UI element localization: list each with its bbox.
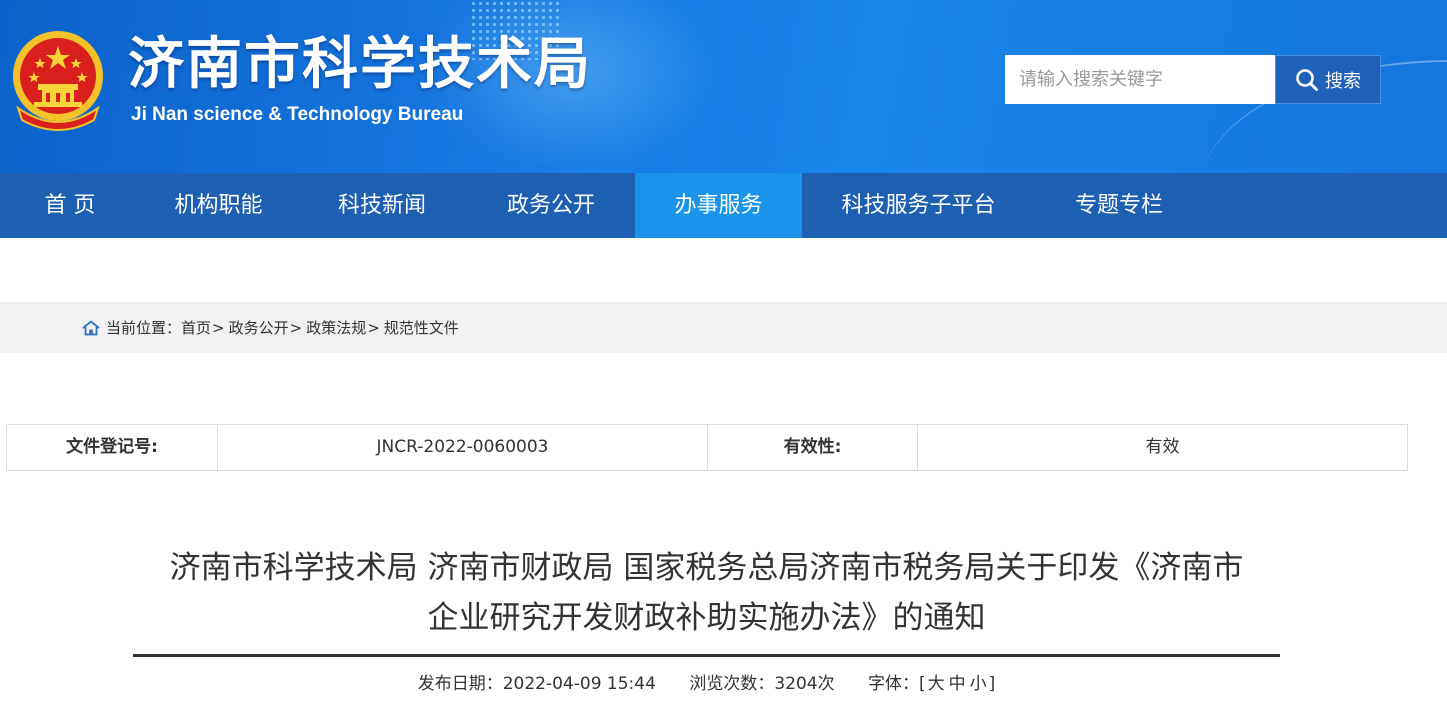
registration-number-value: JNCR-2022-0060003: [218, 425, 708, 470]
breadcrumb: 当前位置： 首页 > 政务公开 > 政策法规 > 规范性文件: [0, 302, 1447, 353]
search-icon: [1296, 68, 1318, 91]
header-banner: 济南市科学技术局 Ji Nan science & Technology Bur…: [0, 0, 1447, 173]
nav-item-special-topics[interactable]: 专题专栏: [1035, 173, 1203, 238]
breadcrumb-separator: >: [289, 318, 303, 337]
nav-item-home[interactable]: 首 页: [0, 173, 140, 238]
view-count-value: 3204次: [774, 674, 835, 694]
breadcrumb-separator: >: [367, 318, 380, 337]
home-icon: [82, 319, 100, 336]
nav-item-government-affairs[interactable]: 政务公开: [467, 173, 635, 238]
breadcrumb-item-normative-documents[interactable]: 规范性文件: [384, 317, 459, 338]
validity-value: 有效: [1145, 437, 1180, 457]
article-title: 济南市科学技术局 济南市财政局 国家税务总局济南市税务局关于印发《济南市 企业研…: [133, 543, 1280, 643]
article-meta: 发布日期：2022-04-09 15:44 浏览次数：3204次 字体：[大中小…: [133, 670, 1280, 698]
article-title-line-1: 济南市科学技术局 济南市财政局 国家税务总局济南市税务局关于印发《济南市: [169, 550, 1244, 586]
nav-item-functions[interactable]: 机构职能: [140, 173, 297, 238]
view-count-label: 浏览次数：: [689, 674, 775, 694]
breadcrumb-prefix: 当前位置：: [106, 319, 182, 337]
font-size-medium[interactable]: 中: [949, 674, 966, 694]
font-size-label: 字体：: [868, 674, 919, 694]
document-info-table: 文件登记号: JNCR-2022-0060003 有效性: 有效: [6, 424, 1408, 471]
publish-date: 发布日期：2022-04-09 15:44: [418, 674, 656, 694]
font-size-small[interactable]: 小: [970, 674, 987, 694]
title-divider: [133, 654, 1280, 657]
breadcrumb-item-home[interactable]: 首页: [181, 317, 211, 338]
search-input[interactable]: [1005, 55, 1275, 104]
main-nav: 首 页 机构职能 科技新闻 政务公开 办事服务 科技服务子平台 专题专栏: [0, 173, 1447, 238]
publish-date-label: 发布日期：: [417, 674, 503, 694]
publish-date-value: 2022-04-09 15:44: [502, 674, 656, 694]
font-size-control: 字体：[大中小]: [868, 674, 995, 694]
search-button-label: 搜索: [1325, 70, 1361, 92]
search-button[interactable]: 搜索: [1275, 55, 1381, 104]
font-size-bracket-open: [: [919, 674, 926, 694]
font-size-large[interactable]: 大: [928, 674, 945, 694]
site-subtitle: Ji Nan science & Technology Bureau: [131, 104, 464, 125]
article-title-line-2: 企业研究开发财政补助实施办法》的通知: [427, 600, 986, 636]
site-title: 济南市科学技术局: [128, 32, 592, 97]
national-emblem-icon: [13, 31, 103, 131]
nav-item-services[interactable]: 办事服务: [635, 173, 802, 238]
breadcrumb-item-government-affairs[interactable]: 政务公开: [229, 317, 289, 338]
view-count: 浏览次数：3204次: [689, 674, 834, 694]
nav-item-news[interactable]: 科技新闻: [297, 173, 467, 238]
nav-item-sub-platform[interactable]: 科技服务子平台: [802, 173, 1035, 238]
registration-number-label: 文件登记号:: [7, 425, 218, 470]
font-size-bracket-close: ]: [988, 674, 996, 694]
breadcrumb-item-policies[interactable]: 政策法规: [306, 317, 366, 338]
validity-label: 有效性:: [708, 425, 918, 470]
breadcrumb-separator: >: [212, 318, 225, 337]
